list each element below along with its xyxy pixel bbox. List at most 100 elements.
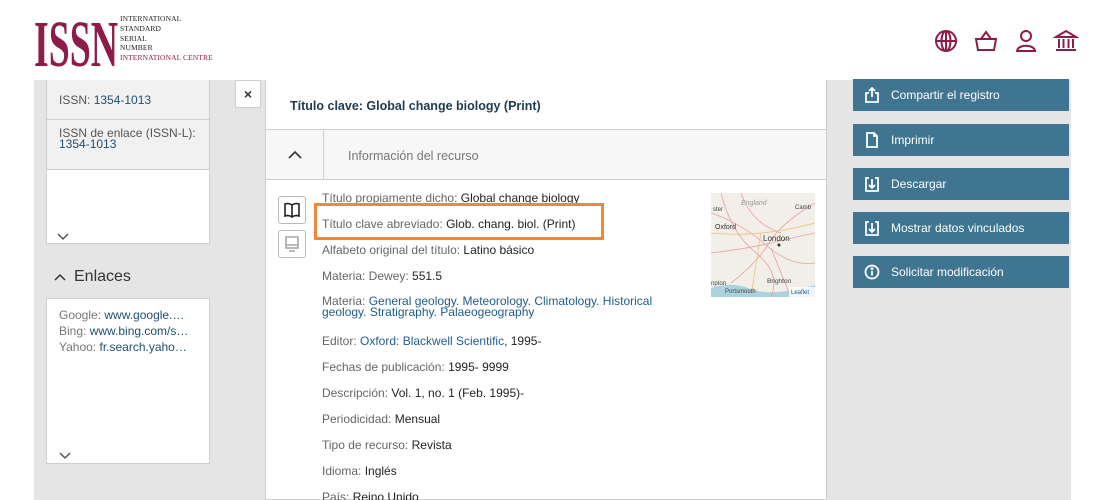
screen-view-button[interactable] [278,230,306,258]
linked-data-icon [863,219,881,237]
field-periodicidad: Periodicidad: Mensual [322,413,440,426]
issn-value[interactable]: 1354-1013 [94,93,151,107]
section-header: Información del recurso [266,130,826,180]
book-icon [284,202,300,219]
link-label: Yahoo: [59,340,100,354]
publisher-link[interactable]: Oxford: Blackwell Scientific [360,334,504,348]
field-value: Revista [411,438,452,452]
field-descripcion: Descripción: Vol. 1, no. 1 (Feb. 1995)- [322,387,524,400]
link-url[interactable]: fr.search.yaho… [99,340,186,354]
field-value: Inglés [364,464,397,478]
view-mode-icons [278,196,306,264]
info-icon [863,263,881,281]
link-url[interactable]: www.google.… [104,308,184,322]
site-header: ISSN INTERNATIONAL STANDARD SERIAL NUMBE… [0,0,1105,80]
button-label: Compartir el registro [891,88,1000,102]
map-label-pton: npton [711,281,726,287]
field-value: 1995- 9999 [448,360,509,374]
field-value: Reino Unido [352,490,419,500]
field-label: Fechas de publicación: [322,360,449,374]
map-label-portsmouth: Portsmouth [725,289,756,295]
field-label: Idioma: [322,464,365,478]
issnl-row: ISSN de enlace (ISSN-L): 1354-1013 [47,120,209,170]
field-materia: Materia: General geology. Meteorology. C… [322,294,674,319]
link-label: Google: [59,308,105,322]
links-list: Google: www.google.… Bing: www.bing.com/… [46,298,210,464]
chevron-down-icon[interactable] [59,447,71,460]
enlaces-title: Enlaces [74,268,131,285]
button-label: Descargar [891,177,947,191]
download-button[interactable]: Descargar [853,168,1069,200]
enlaces-header[interactable]: Enlaces [54,268,131,286]
button-label: Mostrar datos vinculados [891,221,1025,235]
share-record-button[interactable]: Compartir el registro [853,79,1069,111]
logo-line: INTERNATIONAL [120,14,182,23]
issnl-value[interactable]: 1354-1013 [59,137,116,151]
link-url[interactable]: www.bing.com/s… [90,324,189,338]
leaflet-attribution: Leaflet [791,290,809,296]
chevron-up-icon [54,268,66,286]
user-icon[interactable] [1013,28,1039,54]
close-button[interactable]: × [235,80,261,108]
field-value: Latino básico [463,243,535,257]
field-value: 551.5 [412,269,443,283]
field-editor: Editor: Oxford: Blackwell Scientific, 19… [322,335,541,348]
field-label: Alfabeto original del título: [322,243,464,257]
monitor-icon [285,236,299,252]
field-dewey: Materia: Dewey: 551.5 [322,270,442,283]
field-alfabeto: Alfabeto original del título: Latino bás… [322,244,534,257]
field-label: País: [322,490,353,500]
institution-icon[interactable] [1052,28,1080,54]
section-label: Información del recurso [348,149,479,163]
print-button[interactable]: Imprimir [853,124,1069,156]
field-label: Materia: Dewey: [322,269,413,283]
header-icons [933,28,1080,54]
request-change-button[interactable]: Solicitar modificación [853,256,1069,288]
linked-data-button[interactable]: Mostrar datos vinculados [853,212,1069,244]
logo-line: NUMBER [120,43,153,53]
field-fechas: Fechas de publicación: 1995- 9999 [322,361,509,374]
issn-logo-text: INTERNATIONAL STANDARD SERIAL NUMBER INT… [120,14,213,63]
field-idioma: Idioma: Inglés [322,465,397,478]
map-label-oxford: Oxford [715,224,736,231]
subject-links[interactable]: General geology. Meteorology. Climatolog… [322,294,652,319]
field-pais: País: Reino Unido [322,491,419,500]
key-title: Título clave: Global change biology (Pri… [266,80,826,130]
issn-summary-box: ISSN: 1354-1013 ISSN de enlace (ISSN-L):… [46,80,210,244]
location-map[interactable]: England ster Camb Oxford London npton Br… [711,193,815,297]
link-yahoo[interactable]: Yahoo: fr.search.yaho… [59,339,197,355]
map-label-england: England [741,200,768,207]
logo-line: SERIAL [120,33,147,43]
map-label-camb: Camb [795,205,812,211]
book-view-button[interactable] [278,196,306,224]
issn-label: ISSN: [59,93,94,107]
button-label: Imprimir [891,133,935,147]
issn-row: ISSN: 1354-1013 [47,80,209,120]
link-bing[interactable]: Bing: www.bing.com/s… [59,323,197,339]
logo-line: INTERNATIONAL CENTRE [120,53,213,63]
map-label-brighton: Brighton [767,278,792,285]
field-value: Vol. 1, no. 1 (Feb. 1995)- [391,386,525,400]
link-label: Bing: [59,324,90,338]
field-label: Editor: [322,334,361,348]
record-panel: Título clave: Global change biology (Pri… [265,80,827,500]
map-label-ster: ster [713,207,723,213]
logo-line: STANDARD [120,23,162,33]
basket-icon[interactable] [973,28,999,54]
print-icon [863,131,881,149]
field-label: Periodicidad: [322,412,395,426]
globe-icon[interactable] [933,28,959,54]
map-graphic: England ster Camb Oxford London npton Br… [711,193,815,297]
map-label-london: London [763,234,790,243]
field-label: Descripción: [322,386,392,400]
link-google[interactable]: Google: www.google.… [59,307,197,323]
field-value: Mensual [394,412,441,426]
chevron-down-icon[interactable] [57,228,69,241]
highlight-box [314,203,604,240]
issn-logo-letters: ISSN [34,12,118,68]
download-icon [863,175,881,193]
chevron-up-icon [287,150,302,159]
issn-logo[interactable]: ISSN INTERNATIONAL STANDARD SERIAL NUMBE… [34,12,224,68]
collapse-toggle[interactable] [266,130,324,179]
button-label: Solicitar modificación [891,265,1004,279]
